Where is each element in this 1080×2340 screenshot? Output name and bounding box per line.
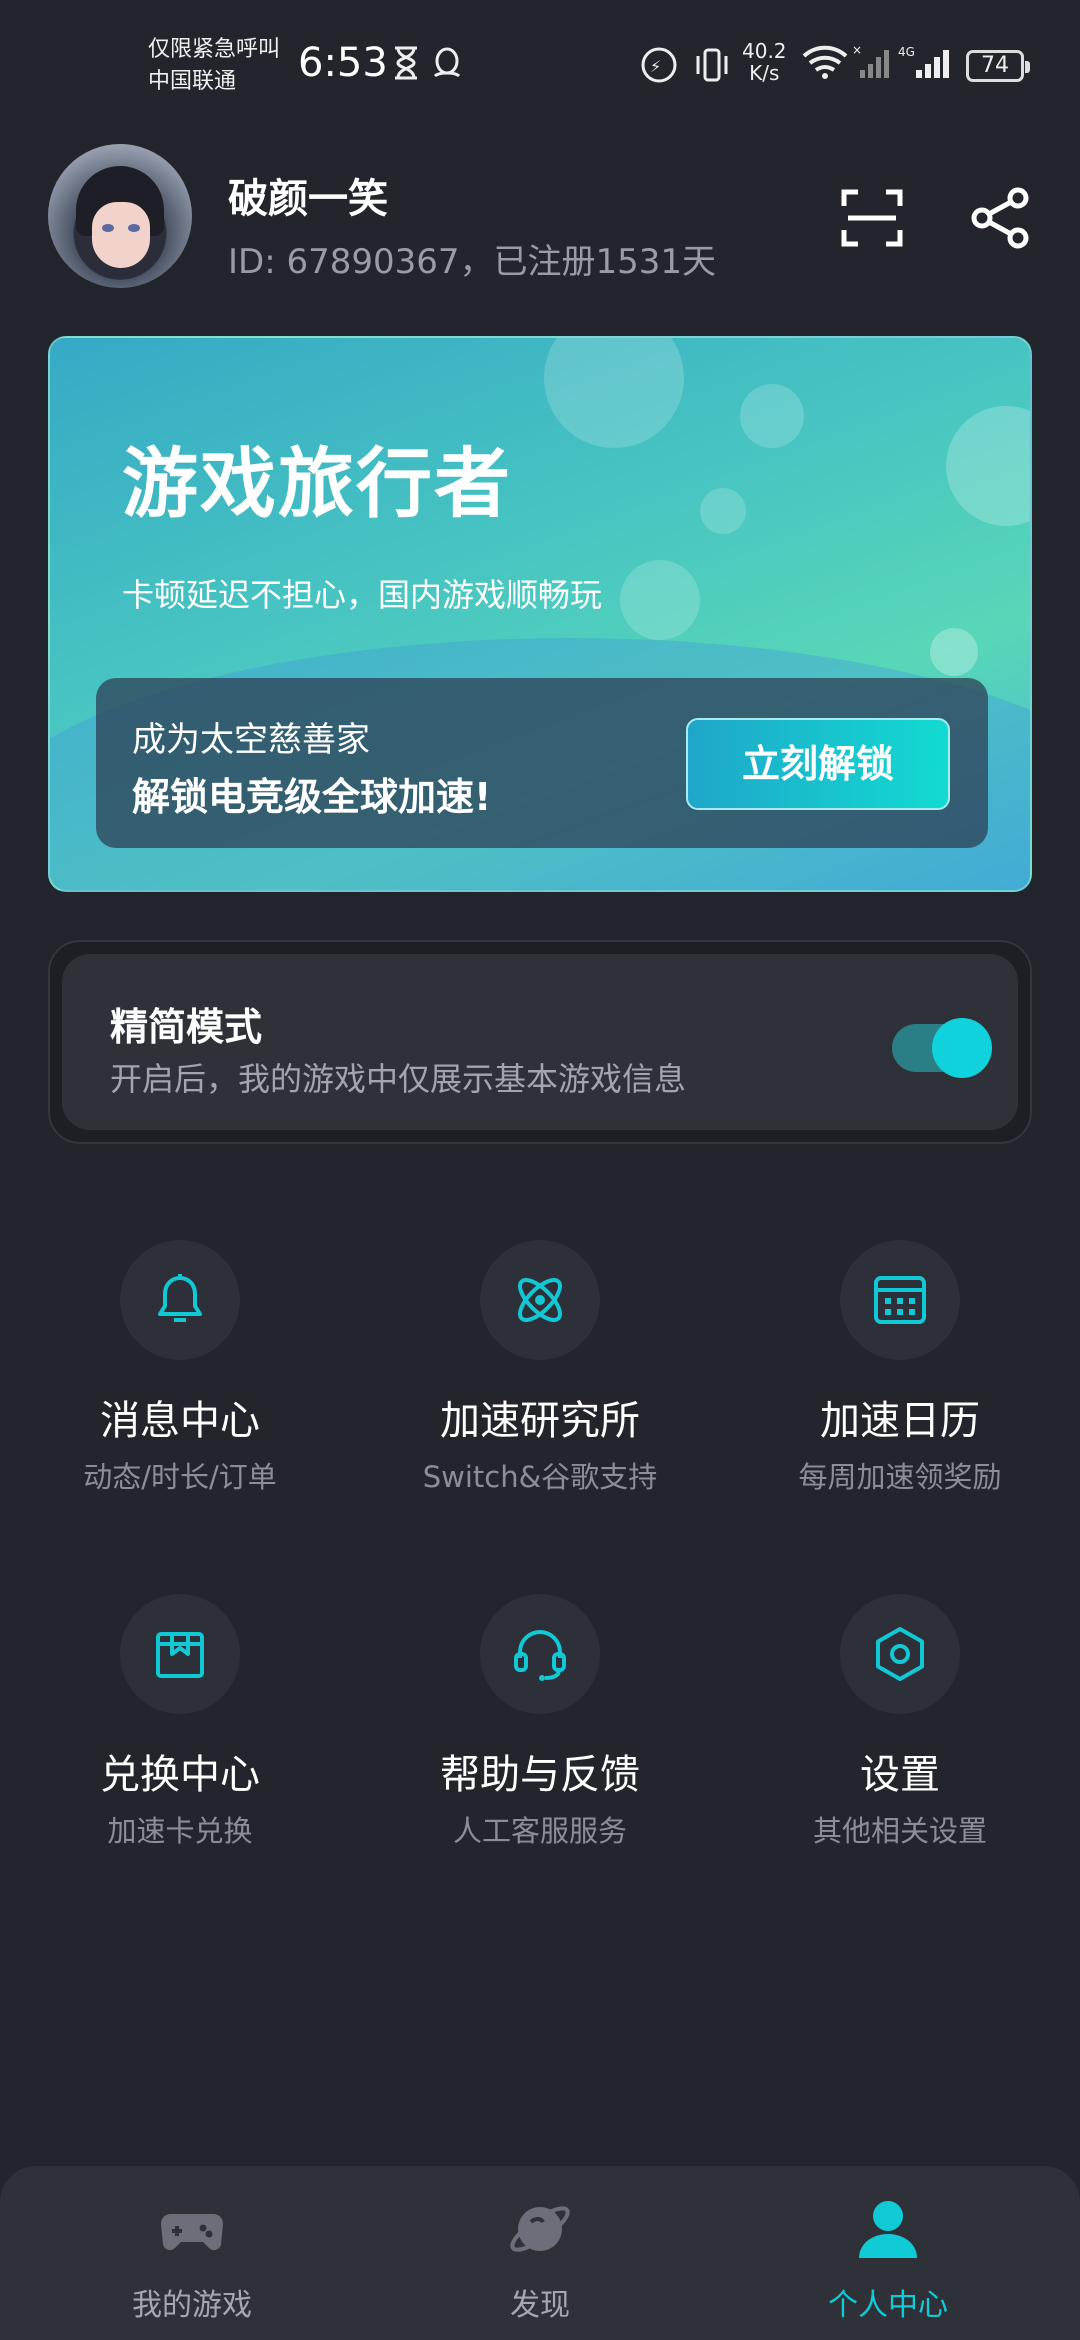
person-icon [859, 2201, 917, 2258]
grid-label: 设置 [860, 1752, 940, 1798]
nav-tab-personal-center[interactable]: 个人中心 [708, 2166, 1068, 2340]
share-icon [971, 187, 1029, 249]
grid-item-message-center[interactable]: 消息中心 动态/时长/订单 [30, 1240, 330, 1500]
grid-item-help-feedback[interactable]: 帮助与反馈 人工客服服务 [390, 1594, 690, 1854]
grid-item-redeem-center[interactable]: 兑换中心 加速卡兑换 [30, 1594, 330, 1854]
network-type-text: 4G [898, 45, 915, 59]
carrier-line1: 仅限紧急呼叫 [148, 37, 281, 62]
wifi-icon [800, 42, 850, 86]
grid-label: 加速研究所 [440, 1398, 640, 1444]
banner-title: 游戏旅行者 [122, 439, 512, 528]
grid-sublabel: 加速卡兑换 [107, 1814, 253, 1848]
hd-call-icon: ⚡ [640, 46, 680, 88]
grid-sublabel: 人工客服服务 [452, 1814, 627, 1848]
battery-indicator: 74 [966, 50, 1030, 82]
grid-sublabel: 其他相关设置 [812, 1814, 987, 1848]
signal-sim2-icon: 4G [898, 44, 954, 86]
planet-icon [510, 2206, 570, 2252]
carrier-line2: 中国联通 [148, 69, 237, 94]
grid-label: 兑换中心 [100, 1752, 260, 1798]
net-speed-unit: K/s [749, 61, 780, 85]
calendar-icon [874, 1276, 926, 1324]
grid-label: 帮助与反馈 [440, 1752, 640, 1798]
status-bar: 仅限紧急呼叫 中国联通 6:53 ⚡ 40.2 K/s × 4G 74 [0, 0, 1080, 130]
upgrade-box: 成为太空慈善家 解锁电竞级全球加速! 立刻解锁 [96, 678, 988, 848]
nav-tab-discover[interactable]: 发现 [360, 2166, 720, 2340]
upgrade-line1: 成为太空慈善家 [132, 720, 370, 760]
hourglass-icon [392, 46, 420, 84]
upgrade-line2: 解锁电竞级全球加速! [132, 775, 492, 819]
nav-label: 我的游戏 [132, 2288, 252, 2323]
settings-hex-icon [876, 1627, 924, 1681]
user-id-text: ID: 67890367，已注册1531天 [228, 242, 717, 282]
qq-icon [430, 46, 464, 86]
gamepad-icon [161, 2214, 223, 2251]
simple-mode-description: 开启后，我的游戏中仅展示基本游戏信息 [110, 1060, 687, 1098]
scan-button[interactable] [840, 186, 904, 250]
net-speed: 40.2 K/s [742, 40, 787, 84]
grid-item-settings[interactable]: 设置 其他相关设置 [750, 1594, 1050, 1854]
nav-tab-my-games[interactable]: 我的游戏 [12, 2166, 372, 2340]
clock: 6:53 [298, 40, 388, 86]
grid-label: 加速日历 [820, 1398, 980, 1444]
grid-sublabel: 动态/时长/订单 [83, 1460, 277, 1494]
signal-sim1-icon: × [852, 43, 892, 86]
carrier-info: 仅限紧急呼叫 中国联通 [148, 34, 280, 98]
headset-icon [514, 1630, 566, 1681]
bell-icon [158, 1274, 202, 1322]
net-speed-value: 40.2 [742, 39, 787, 63]
banner-subtitle: 卡顿延迟不担心，国内游戏顺畅玩 [122, 576, 603, 614]
simple-mode-title: 精简模式 [110, 1005, 263, 1049]
svg-text:⚡: ⚡ [650, 57, 661, 76]
simple-mode-toggle[interactable] [892, 1018, 992, 1078]
grid-item-acceleration-lab[interactable]: 加速研究所 Switch&谷歌支持 [390, 1240, 690, 1500]
share-button[interactable] [970, 186, 1032, 250]
vibrate-icon [692, 46, 732, 88]
bottom-nav: 我的游戏 发现 个人中心 [0, 2166, 1080, 2340]
atom-icon [518, 1278, 562, 1322]
grid-sublabel: Switch&谷歌支持 [422, 1460, 658, 1494]
svg-text:×: × [852, 44, 862, 57]
simple-mode-card: 精简模式 开启后，我的游戏中仅展示基本游戏信息 [48, 940, 1032, 1144]
avatar[interactable] [48, 144, 192, 288]
nav-label: 发现 [510, 2288, 570, 2323]
unlock-now-button[interactable]: 立刻解锁 [686, 718, 950, 810]
nav-label: 个人中心 [828, 2288, 948, 2323]
grid-sublabel: 每周加速领奖励 [798, 1460, 1002, 1494]
scan-icon [841, 189, 903, 247]
gift-box-icon [156, 1632, 204, 1678]
grid-item-acceleration-calendar[interactable]: 加速日历 每周加速领奖励 [750, 1240, 1050, 1500]
username[interactable]: 破颜一笑 [228, 166, 388, 224]
vip-banner[interactable]: 游戏旅行者 卡顿延迟不担心，国内游戏顺畅玩 成为太空慈善家 解锁电竞级全球加速!… [48, 336, 1032, 892]
grid-label: 消息中心 [100, 1398, 260, 1444]
